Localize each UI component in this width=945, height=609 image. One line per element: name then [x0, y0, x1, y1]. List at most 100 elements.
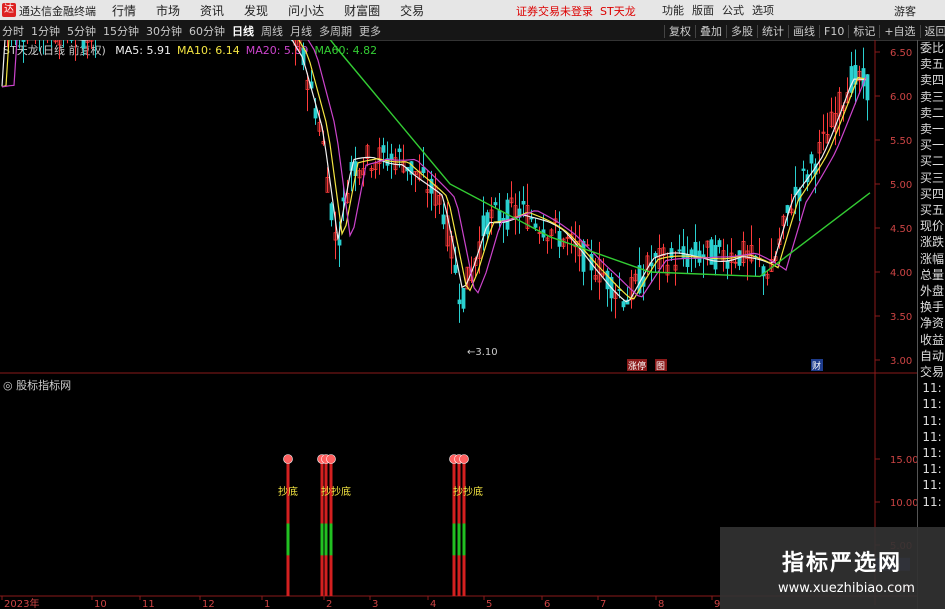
period-tab-8[interactable]: 月线 [290, 25, 312, 38]
date-tick: 2 [326, 599, 332, 609]
candle-body [529, 217, 534, 220]
chart-tools: 复权 叠加 多股 统计 画线 F10 标记 +自选 返回 [664, 23, 945, 39]
quote-row-17: 净资 [919, 316, 944, 331]
period-tab-0[interactable]: 分时 [2, 25, 24, 38]
sub-tick: 10.00 [890, 498, 917, 509]
tool-button-5[interactable]: F10 [819, 25, 849, 38]
date-tick: 1 [264, 599, 270, 609]
tool-button-4[interactable]: 画线 [788, 25, 819, 38]
menu-item-3[interactable]: 发现 [244, 4, 268, 18]
quote-row-18: 收益 [919, 332, 944, 347]
quote-row-2: 卖四 [919, 73, 944, 88]
ma60-line [329, 40, 871, 278]
signal-dot[interactable] [326, 454, 336, 464]
candle-body [457, 299, 462, 305]
quote-row-14: 总量 [919, 267, 944, 282]
candle-body [809, 154, 814, 164]
price-tick: 4.50 [890, 224, 912, 235]
menu-item-0[interactable]: 行情 [112, 4, 136, 18]
candle-body [717, 240, 722, 247]
quote-row-21: 11: [922, 381, 942, 396]
period-tab-6[interactable]: 日线 [232, 25, 254, 38]
top-right-item-2[interactable]: 公式 [722, 4, 744, 17]
candle-body [397, 148, 402, 153]
candle-body [725, 260, 730, 269]
period-tab-10[interactable]: 更多 [359, 25, 381, 38]
candle-body [701, 254, 706, 258]
candle-body [389, 153, 394, 161]
candle-body [485, 212, 490, 235]
date-tick: 4 [430, 599, 436, 609]
sub-indicator-title: ◎ 股标指标网 [3, 379, 72, 392]
price-chart[interactable]: 9.008.508.007.507.006.506.005.505.004.50… [0, 40, 917, 609]
tool-button-7[interactable]: +自选 [879, 25, 920, 38]
quote-row-27: 11: [922, 478, 942, 493]
menu-item-2[interactable]: 资讯 [200, 4, 224, 18]
period-tab-2[interactable]: 5分钟 [67, 25, 96, 38]
quote-row-16: 换手 [919, 300, 944, 315]
quote-row-23: 11: [922, 413, 942, 428]
period-tab-3[interactable]: 15分钟 [103, 25, 139, 38]
signal-dot[interactable] [283, 454, 293, 464]
tool-button-3[interactable]: 统计 [757, 25, 788, 38]
main-menu: 行情 市场 资讯 发现 问小达 财富圈 交易 [112, 2, 444, 19]
candle-body [81, 40, 86, 49]
price-tick: 4.00 [890, 268, 912, 279]
quote-row-13: 涨幅 [919, 251, 944, 266]
quote-row-1: 卖五 [919, 57, 944, 72]
candle-body [557, 230, 562, 247]
date-tick: 2023年 [4, 597, 39, 609]
app-logo-icon: 达 [2, 3, 16, 17]
top-right-item-1[interactable]: 版面 [692, 4, 714, 17]
menu-item-5[interactable]: 财富圈 [344, 4, 380, 18]
period-tab-5[interactable]: 60分钟 [189, 25, 225, 38]
tool-button-1[interactable]: 叠加 [695, 25, 726, 38]
top-right-item-3[interactable]: 选项 [752, 4, 774, 17]
title-bar: 达 通达信金融终端 行情 市场 资讯 发现 问小达 财富圈 交易 证券交易未登录 ST天龙 … [0, 0, 945, 20]
top-right-item-0[interactable]: 功能 [662, 4, 684, 17]
sub-tick: 15.00 [890, 455, 917, 466]
date-tick: 7 [600, 599, 606, 609]
quote-row-4: 卖二 [919, 105, 944, 120]
tool-button-8[interactable]: 返回 [919, 25, 945, 38]
candle-body [581, 241, 586, 272]
quote-panel: 委比 卖五 卖四 卖三 卖二 卖一 买一 买二 买三 买四 买五 现价 涨跌 涨幅 总量 外盘 换手 净资 收益 自动… [917, 40, 945, 609]
tool-button-6[interactable]: 标记 [848, 25, 880, 38]
login-notice[interactable]: 证券交易未登录 ST天龙 [516, 3, 636, 19]
date-tick: 8 [658, 599, 664, 609]
candle-body [849, 66, 854, 93]
candle-body [801, 168, 806, 171]
quote-row-9: 买四 [919, 186, 944, 201]
date-tick: 3 [372, 599, 378, 609]
period-tab-1[interactable]: 1分钟 [31, 25, 60, 38]
watermark-url: www.xuezhibiao.com [778, 581, 915, 596]
menu-item-6[interactable]: 交易 [400, 4, 424, 18]
quote-row-25: 11: [922, 446, 942, 461]
quote-row-0: 委比 [919, 41, 944, 55]
period-tab-9[interactable]: 多周期 [319, 25, 352, 38]
candle-body [313, 108, 318, 119]
quote-row-11: 现价 [919, 219, 944, 234]
period-tab-4[interactable]: 30分钟 [146, 25, 182, 38]
tool-button-0[interactable]: 复权 [664, 25, 695, 38]
signal-label: 抄抄底 [321, 485, 351, 498]
candle-body [521, 200, 526, 205]
guest-label[interactable]: 游客 [894, 3, 916, 19]
tool-button-2[interactable]: 多股 [726, 25, 757, 38]
event-tag-label: 图 [656, 361, 665, 372]
quote-row-7: 买二 [919, 154, 944, 169]
signal-dot[interactable] [459, 454, 469, 464]
candle-body [533, 223, 538, 228]
event-tag-label: 涨停 [628, 360, 646, 372]
candle-body [21, 40, 26, 42]
quote-row-22: 11: [922, 397, 942, 412]
quote-row-24: 11: [922, 429, 942, 444]
quote-row-8: 买三 [919, 170, 944, 185]
quote-row-20: 交易 [919, 365, 944, 380]
candle-body [653, 252, 658, 257]
menu-item-1[interactable]: 市场 [156, 4, 180, 18]
period-tab-7[interactable]: 周线 [261, 25, 283, 38]
chart-toolbar: 分时 1分钟 5分钟 15分钟 30分钟 60分钟 日线 周线 月线 多周期 更多 复权 叠加 多股 统计… [0, 20, 945, 41]
menu-item-4[interactable]: 问小达 [288, 4, 324, 18]
quote-row-10: 买五 [919, 203, 944, 218]
